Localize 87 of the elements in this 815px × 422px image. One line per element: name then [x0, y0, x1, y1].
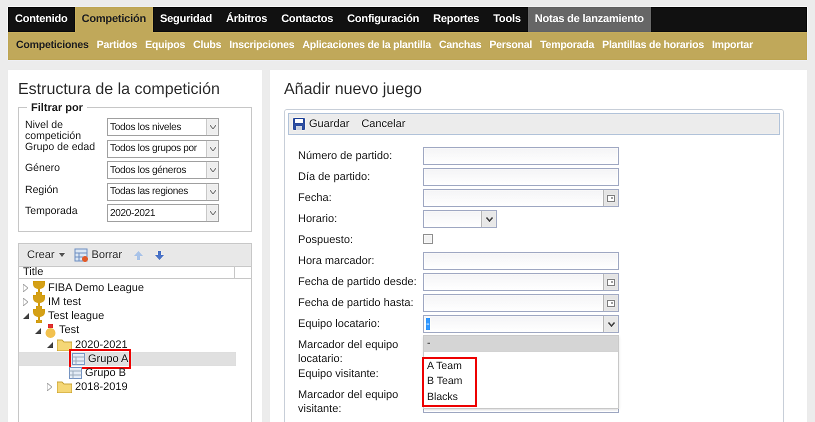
- collapse-icon[interactable]: [23, 313, 29, 320]
- delete-button[interactable]: Borrar: [92, 246, 122, 264]
- dropdown-option[interactable]: B Team: [424, 374, 475, 390]
- tree-item[interactable]: Grupo A: [88, 350, 128, 368]
- date-field[interactable]: [423, 273, 619, 291]
- field-label: Marcador del equipo visitante:: [298, 388, 400, 416]
- panel-title: Añadir nuevo juego: [284, 80, 423, 100]
- calendar-icon[interactable]: [607, 300, 615, 306]
- nav-tab[interactable]: Contactos: [274, 7, 340, 32]
- field-label: Fecha de partido hasta:: [298, 296, 415, 310]
- filter-label: Grupo de edad: [25, 140, 96, 152]
- filter-label: Género: [25, 161, 62, 174]
- table-icon: [74, 248, 88, 262]
- table-icon: [69, 367, 82, 380]
- create-button[interactable]: Crear: [27, 246, 55, 264]
- filter-select[interactable]: Todos los niveles: [107, 118, 219, 136]
- chevron-down-icon[interactable]: [210, 168, 216, 172]
- field-label: Número de partido:: [298, 149, 394, 163]
- nav-tab[interactable]: Reportes: [426, 7, 486, 32]
- date-field[interactable]: [423, 294, 619, 312]
- tree-row-highlight[interactable]: Grupo A: [19, 352, 236, 366]
- tree-item[interactable]: Test league: [48, 308, 104, 325]
- checkbox[interactable]: [423, 234, 433, 244]
- filter-select[interactable]: 2020-2021: [107, 204, 219, 222]
- text-field[interactable]: [423, 252, 619, 270]
- nav-tab[interactable]: Configuración: [340, 7, 426, 32]
- filter-select[interactable]: Todas las regiones: [107, 182, 219, 200]
- nav-tab[interactable]: Árbitros: [219, 7, 274, 32]
- column-header[interactable]: Title: [19, 267, 235, 278]
- collapse-icon[interactable]: [47, 342, 53, 348]
- down-arrow-icon[interactable]: [155, 250, 164, 260]
- tree-item[interactable]: Grupo B: [85, 364, 126, 382]
- expand-icon[interactable]: [23, 298, 28, 306]
- expand-icon[interactable]: [23, 284, 28, 292]
- field-label: Pospuesto:: [298, 233, 354, 247]
- trophy-icon: [33, 281, 45, 296]
- text-field[interactable]: [423, 168, 619, 186]
- expand-icon[interactable]: [47, 383, 52, 392]
- table-icon: [72, 353, 85, 366]
- nav-tab[interactable]: Contenido: [8, 7, 75, 32]
- trophy-icon: [33, 309, 45, 324]
- dropdown-option[interactable]: A Team: [424, 358, 475, 374]
- nav-tab[interactable]: Notas de lanzamiento: [528, 7, 651, 32]
- filter-label: Región: [25, 182, 60, 196]
- filter-label: Nivel de competición: [25, 118, 82, 142]
- field-label: Día de partido:: [298, 170, 372, 184]
- filter-select[interactable]: Todos los géneros: [107, 161, 219, 179]
- tree-item[interactable]: IM test: [48, 294, 82, 311]
- chevron-down-icon[interactable]: [486, 216, 492, 222]
- nav-tab[interactable]: Tools: [486, 7, 528, 32]
- chevron-down-icon[interactable]: [608, 322, 614, 326]
- date-field[interactable]: [423, 189, 619, 207]
- folder-icon: [57, 381, 72, 394]
- save-button[interactable]: Guardar: [309, 116, 350, 132]
- nav-tab[interactable]: Competición: [74, 7, 153, 32]
- calendar-icon[interactable]: [607, 194, 615, 202]
- field-label: Equipo locatario:: [298, 317, 381, 331]
- field-label: Equipo visitante:: [298, 367, 380, 381]
- trophy-icon: [33, 295, 45, 310]
- caret-icon[interactable]: [58, 253, 65, 257]
- panel-title: Estructura de la competición: [18, 80, 221, 100]
- chevron-down-icon[interactable]: [210, 146, 216, 150]
- tree-item[interactable]: FIBA Demo League: [48, 280, 144, 296]
- medal-icon: [45, 324, 56, 338]
- tree-item[interactable]: 2018-2019: [75, 379, 128, 396]
- tree-item[interactable]: 2020-2021: [75, 336, 128, 354]
- nav-tab[interactable]: Seguridad: [153, 7, 219, 32]
- filter-select[interactable]: Todos los grupos por: [107, 140, 219, 158]
- collapse-icon[interactable]: [35, 328, 41, 334]
- field-label: Fecha de partido desde:: [298, 275, 418, 289]
- chevron-down-icon[interactable]: [210, 190, 216, 194]
- field-label: Hora marcador:: [298, 254, 376, 268]
- filter-legend: Filtrar por: [27, 100, 87, 116]
- cancel-button[interactable]: Cancelar: [361, 116, 406, 132]
- chevron-down-icon[interactable]: [210, 211, 216, 215]
- text-field[interactable]: [423, 147, 619, 165]
- field-label: Marcador del equipo locatario:: [298, 338, 400, 366]
- field-label: Fecha:: [298, 191, 333, 205]
- dropdown-option[interactable]: Blacks: [424, 390, 475, 405]
- chevron-down-icon[interactable]: [210, 125, 216, 129]
- calendar-icon[interactable]: [607, 278, 615, 286]
- dropdown-option[interactable]: -: [424, 336, 618, 352]
- field-label: Horario:: [298, 212, 338, 226]
- filter-label: Temporada: [25, 204, 79, 217]
- subnav-link[interactable]: Competiciones: [12, 38, 93, 54]
- select-field[interactable]: [423, 210, 497, 228]
- tree-item[interactable]: Test: [59, 322, 80, 339]
